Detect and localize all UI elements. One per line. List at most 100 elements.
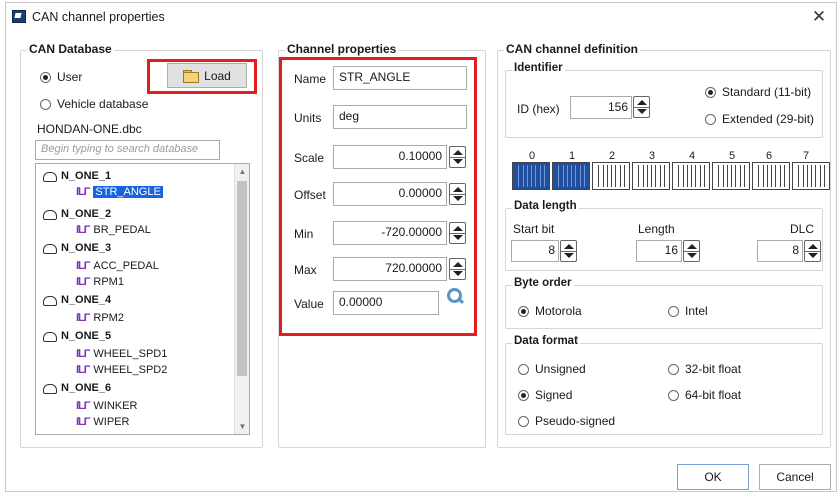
tree-node[interactable]: N_ONE_3 (42, 242, 111, 254)
bit-cell[interactable] (703, 165, 707, 187)
bit-cell[interactable] (515, 165, 517, 187)
start-bit-spinner[interactable] (560, 240, 577, 262)
tree-leaf[interactable]: ſLΓ WINKER (76, 400, 137, 412)
scrollbar-thumb[interactable] (237, 181, 247, 376)
dlc-spinner[interactable] (804, 240, 821, 262)
byte-cell[interactable] (552, 162, 590, 190)
bit-cell[interactable] (722, 165, 726, 187)
tree-leaf[interactable]: ſLΓ RPM1 (76, 276, 124, 288)
start-bit-input[interactable]: 8 (511, 240, 559, 262)
byte-cell[interactable] (592, 162, 630, 190)
byte-cell[interactable] (632, 162, 670, 190)
radio-pseudo-signed[interactable]: Pseudo-signed (518, 414, 615, 428)
bit-cell[interactable] (655, 165, 658, 187)
bit-cell[interactable] (638, 165, 641, 187)
bit-cell[interactable] (623, 165, 627, 187)
bit-cell[interactable] (775, 165, 778, 187)
bit-cell[interactable] (779, 165, 783, 187)
bit-cell[interactable] (539, 165, 543, 187)
load-button[interactable]: Load (167, 63, 247, 88)
bit-cell[interactable] (535, 165, 538, 187)
bit-cell[interactable] (642, 165, 646, 187)
bit-cell[interactable] (795, 165, 797, 187)
bit-cell[interactable] (691, 165, 694, 187)
min-spinner[interactable] (449, 222, 466, 244)
scroll-up-icon[interactable]: ▲ (235, 164, 249, 179)
bit-cell[interactable] (726, 165, 730, 187)
bit-cell[interactable] (615, 165, 618, 187)
bit-cell[interactable] (718, 165, 721, 187)
bit-cell[interactable] (663, 165, 667, 187)
bit-cell[interactable] (815, 165, 818, 187)
search-icon[interactable] (445, 287, 463, 305)
bit-cell[interactable] (543, 165, 547, 187)
offset-spinner[interactable] (449, 183, 466, 205)
byte-cell[interactable] (672, 162, 710, 190)
min-input[interactable]: -720.00000 (333, 221, 447, 245)
bit-cell[interactable] (695, 165, 698, 187)
dlc-input[interactable]: 8 (757, 240, 803, 262)
bit-cell[interactable] (735, 165, 738, 187)
bit-cell[interactable] (762, 165, 766, 187)
name-input[interactable]: STR_ANGLE (333, 66, 467, 90)
tree-scrollbar[interactable]: ▲ ▼ (234, 164, 249, 434)
bit-cell[interactable] (739, 165, 743, 187)
tree-leaf[interactable]: ſLΓ RPM2 (76, 312, 124, 324)
bit-cell[interactable] (619, 165, 623, 187)
value-input[interactable]: 0.00000 (333, 291, 439, 315)
byte-cell[interactable] (712, 162, 750, 190)
tree-node[interactable]: N_ONE_2 (42, 208, 111, 220)
bit-cell[interactable] (682, 165, 686, 187)
bit-cell[interactable] (518, 165, 521, 187)
bit-cell[interactable] (766, 165, 770, 187)
radio-unsigned[interactable]: Unsigned (518, 362, 586, 376)
radio-signed[interactable]: Signed (518, 388, 572, 402)
radio-user[interactable]: User (40, 70, 82, 84)
radio-intel[interactable]: Intel (668, 304, 708, 318)
bit-cell[interactable] (595, 165, 597, 187)
bit-cell[interactable] (571, 165, 574, 187)
tree-leaf[interactable]: ſLΓ WIPER (76, 416, 129, 428)
bit-cell[interactable] (555, 165, 557, 187)
scale-input[interactable]: 0.10000 (333, 145, 447, 169)
radio-32bit-float[interactable]: 32-bit float (668, 362, 741, 376)
bit-cell[interactable] (802, 165, 806, 187)
bit-cell[interactable] (819, 165, 823, 187)
tree-leaf[interactable]: ſLΓ ACC_PEDAL (76, 260, 159, 272)
bit-cell[interactable] (755, 165, 757, 187)
tree-leaf[interactable]: ſLΓ STR_ANGLE (76, 186, 163, 198)
database-search-input[interactable]: Begin typing to search database (35, 140, 220, 160)
tree-node[interactable]: N_ONE_1 (42, 170, 111, 182)
bit-cell[interactable] (602, 165, 606, 187)
bit-cell[interactable] (771, 165, 774, 187)
radio-extended-29bit[interactable]: Extended (29-bit) (705, 112, 814, 126)
tree-node[interactable]: N_ONE_4 (42, 294, 111, 306)
cancel-button[interactable]: Cancel (759, 464, 831, 490)
bit-cell[interactable] (522, 165, 526, 187)
bit-cell[interactable] (811, 165, 814, 187)
length-input[interactable]: 16 (636, 240, 682, 262)
tree-node[interactable]: N_ONE_5 (42, 330, 111, 342)
bit-cell[interactable] (558, 165, 561, 187)
units-input[interactable]: deg (333, 105, 467, 129)
max-input[interactable]: 720.00000 (333, 257, 447, 281)
length-spinner[interactable] (683, 240, 700, 262)
bit-cell[interactable] (678, 165, 681, 187)
byte-layout-grid[interactable] (512, 162, 830, 190)
bit-cell[interactable] (635, 165, 637, 187)
close-button[interactable]: ✕ (806, 5, 832, 29)
bit-cell[interactable] (823, 165, 827, 187)
bit-cell[interactable] (699, 165, 703, 187)
database-tree[interactable]: N_ONE_1 ſLΓ STR_ANGLE N_ONE_2 ſLΓ BR_PED… (35, 163, 250, 435)
bit-cell[interactable] (675, 165, 677, 187)
byte-cell[interactable] (512, 162, 550, 190)
bit-cell[interactable] (575, 165, 578, 187)
radio-standard-11bit[interactable]: Standard (11-bit) (705, 85, 811, 99)
ok-button[interactable]: OK (677, 464, 749, 490)
bit-cell[interactable] (562, 165, 566, 187)
tree-leaf[interactable]: ſLΓ BR_PEDAL (76, 224, 151, 236)
bit-cell[interactable] (583, 165, 587, 187)
bit-cell[interactable] (783, 165, 787, 187)
bit-cell[interactable] (531, 165, 534, 187)
offset-input[interactable]: 0.00000 (333, 182, 447, 206)
